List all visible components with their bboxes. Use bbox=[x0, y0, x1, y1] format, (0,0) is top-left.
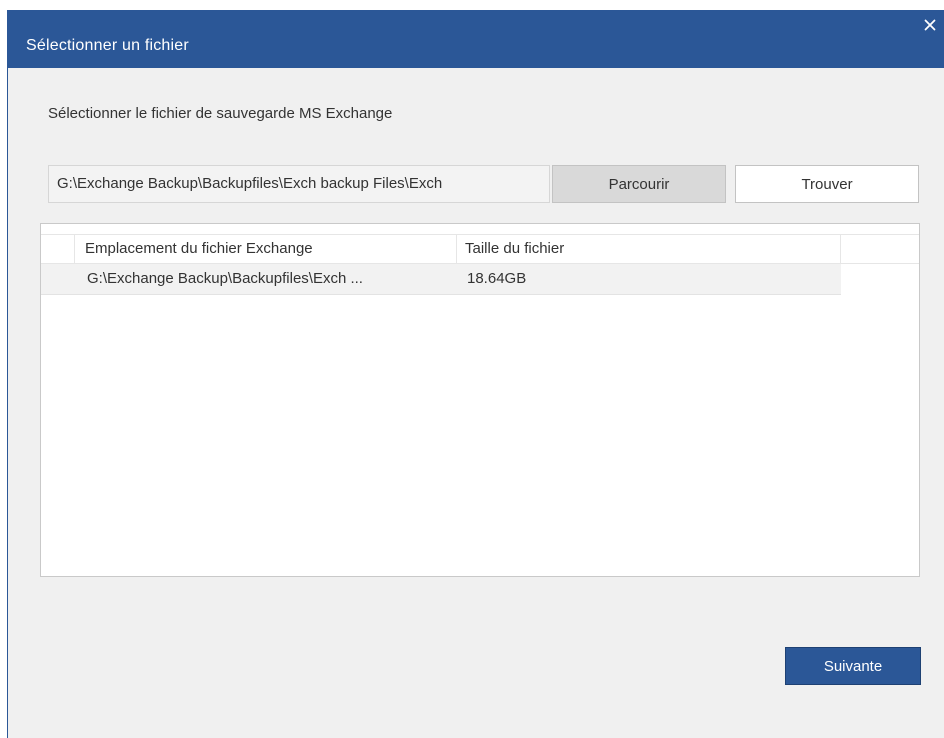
file-path-field[interactable]: G:\Exchange Backup\Backupfiles\Exch back… bbox=[48, 165, 550, 203]
table-row[interactable]: G:\Exchange Backup\Backupfiles\Exch ... … bbox=[41, 264, 841, 295]
close-icon bbox=[924, 19, 936, 31]
exchange-files-table[interactable]: Emplacement du fichier Exchange Taille d… bbox=[40, 223, 920, 577]
close-button[interactable] bbox=[915, 10, 944, 40]
column-header-location[interactable]: Emplacement du fichier Exchange bbox=[75, 235, 457, 263]
title-bar: Sélectionner un fichier bbox=[8, 10, 944, 68]
column-header-size[interactable]: Taille du fichier bbox=[457, 235, 841, 263]
cell-size: 18.64GB bbox=[467, 270, 527, 287]
table-header: Emplacement du fichier Exchange Taille d… bbox=[41, 234, 919, 264]
instruction-label: Sélectionner le fichier de sauvegarde MS… bbox=[48, 105, 393, 122]
expander-column-header bbox=[41, 235, 75, 263]
browse-button[interactable]: Parcourir bbox=[552, 165, 726, 203]
select-file-dialog: Sélectionner un fichier Sélectionner le … bbox=[7, 10, 944, 738]
dialog-title: Sélectionner un fichier bbox=[26, 37, 189, 54]
next-button[interactable]: Suivante bbox=[785, 647, 921, 685]
cell-location: G:\Exchange Backup\Backupfiles\Exch ... bbox=[87, 270, 363, 287]
find-button[interactable]: Trouver bbox=[735, 165, 919, 203]
